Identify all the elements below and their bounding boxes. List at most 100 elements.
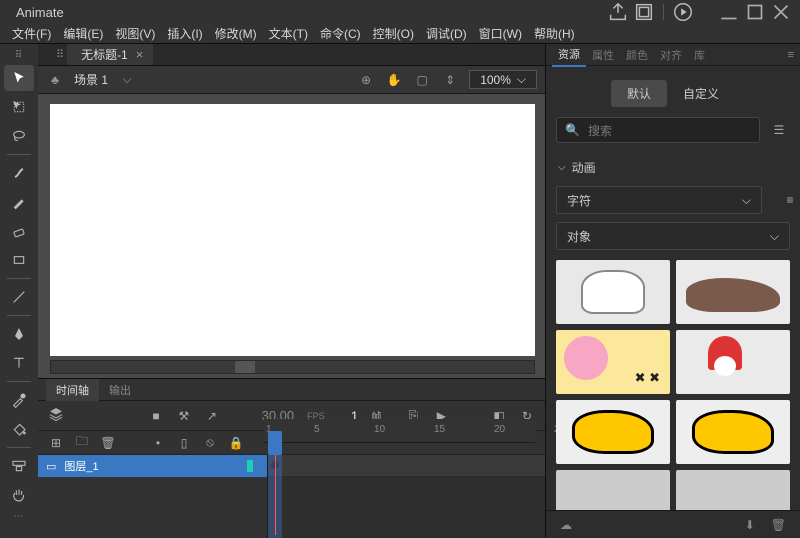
tool-overflow-icon[interactable]: ⋯ — [14, 511, 25, 523]
menu-command[interactable]: 命令(C) — [314, 25, 367, 42]
trash-icon[interactable]: 🗑 — [771, 518, 786, 532]
download-icon[interactable]: ⬇ — [745, 518, 755, 532]
layer-type-icon: ▭ — [46, 460, 56, 473]
asset-card[interactable] — [676, 260, 790, 324]
panel-tab-color[interactable]: 颜色 — [620, 44, 654, 66]
list-view-icon[interactable]: ☰ — [768, 119, 790, 141]
asset-card[interactable] — [556, 330, 670, 394]
playhead[interactable] — [268, 431, 282, 538]
frames-area[interactable] — [268, 455, 545, 538]
asset-card[interactable] — [676, 400, 790, 464]
filter-icon[interactable]: ≡ — [780, 193, 800, 207]
panel-tab-assets[interactable]: 资源 — [552, 43, 586, 67]
horizontal-scrollbar[interactable] — [50, 360, 535, 374]
menu-edit[interactable]: 编辑(E) — [57, 25, 109, 42]
tab-output[interactable]: 输出 — [99, 379, 141, 401]
panel-menu-icon[interactable]: ≡ — [788, 49, 794, 61]
lock-icon[interactable]: 🔒 — [228, 436, 244, 450]
clip-content-icon[interactable]: ▢ — [413, 73, 431, 87]
paint-bucket-tool[interactable] — [4, 416, 34, 442]
center-stage-icon[interactable]: ⊕ — [357, 73, 375, 87]
chart-icon[interactable]: ↗ — [204, 409, 220, 423]
selection-tool[interactable] — [4, 65, 34, 91]
new-folder-icon[interactable]: 🗀 — [74, 432, 90, 453]
panel-tab-library[interactable]: 库 — [688, 44, 711, 66]
menu-window[interactable]: 窗口(W) — [473, 25, 528, 42]
visibility-icon[interactable]: ⦸ — [202, 435, 218, 450]
segment-default[interactable]: 默认 — [611, 80, 667, 107]
frame-ruler[interactable]: 1 5 10 15 20 25 — [264, 419, 535, 443]
menu-file[interactable]: 文件(F) — [6, 25, 57, 42]
asset-card[interactable] — [676, 330, 790, 394]
graph-icon[interactable]: ⚒ — [176, 409, 192, 423]
menu-modify[interactable]: 修改(M) — [209, 25, 263, 42]
new-layer-icon[interactable]: ⊞ — [48, 436, 64, 450]
fit-dropdown-icon[interactable]: ⇕ — [441, 73, 459, 87]
outline-icon[interactable]: ▯ — [176, 436, 192, 450]
close-button[interactable] — [768, 0, 794, 24]
search-icon: 🔍 — [565, 123, 580, 137]
layer-row[interactable]: ▭ 图层_1 — [38, 455, 267, 477]
tab-timeline[interactable]: 时间轴 — [46, 379, 99, 401]
asset-grid — [546, 254, 800, 510]
menu-bar: 文件(F) 编辑(E) 视图(V) 插入(I) 修改(M) 文本(T) 命令(C… — [0, 24, 800, 44]
delete-layer-icon[interactable]: 🗑 — [100, 436, 116, 450]
asset-card[interactable] — [556, 400, 670, 464]
document-tab-title: 无标题-1 — [81, 46, 128, 63]
asset-card[interactable] — [556, 470, 670, 510]
zoom-value: 100% — [480, 73, 511, 87]
app-title: Animate — [16, 5, 64, 20]
menu-debug[interactable]: 调试(D) — [420, 25, 473, 42]
highlight-icon[interactable]: • — [150, 436, 166, 450]
document-tab[interactable]: 无标题-1 × — [67, 44, 153, 65]
scene-dropdown-icon[interactable]: ⌵ — [118, 72, 136, 87]
keyframe-indicator — [247, 460, 253, 472]
play-icon[interactable] — [672, 3, 694, 21]
menu-help[interactable]: 帮助(H) — [528, 25, 581, 42]
eyedropper-tool[interactable] — [4, 387, 34, 413]
lasso-tool[interactable] — [4, 123, 34, 149]
pen-tool[interactable] — [4, 321, 34, 347]
free-transform-tool[interactable] — [4, 94, 34, 120]
fluid-brush-tool[interactable] — [4, 160, 34, 186]
asset-card[interactable] — [676, 470, 790, 510]
search-input[interactable]: 🔍 搜索 — [556, 117, 760, 143]
scene-label[interactable]: 场景 1 — [74, 71, 108, 88]
maximize-button[interactable] — [742, 0, 768, 24]
clip-icon[interactable]: ♣ — [46, 73, 64, 87]
asset-card[interactable] — [556, 260, 670, 324]
camera-tool[interactable] — [4, 453, 34, 479]
panel-tab-align[interactable]: 对齐 — [654, 44, 688, 66]
menu-control[interactable]: 控制(O) — [367, 25, 420, 42]
camera-icon[interactable]: ■ — [148, 409, 164, 423]
section-animation[interactable]: ⌵ 动画 — [546, 153, 800, 182]
zoom-selector[interactable]: 100% ⌵ — [469, 70, 537, 89]
brush-tool[interactable] — [4, 189, 34, 215]
chevron-down-icon: ⌵ — [742, 193, 751, 208]
rotate-tool-icon[interactable]: ✋ — [385, 73, 403, 87]
hand-tool[interactable] — [4, 482, 34, 508]
eraser-tool[interactable] — [4, 218, 34, 244]
rectangle-tool[interactable] — [4, 247, 34, 273]
menu-insert[interactable]: 插入(I) — [161, 25, 208, 42]
share-icon[interactable] — [607, 3, 629, 21]
line-tool[interactable] — [4, 284, 34, 310]
panel-tab-properties[interactable]: 属性 — [586, 44, 620, 66]
layer-track[interactable] — [268, 455, 545, 477]
dropdown-object[interactable]: 对象 ⌵ — [556, 222, 790, 250]
dropdown-character[interactable]: 字符 ⌵ — [556, 186, 762, 214]
menu-view[interactable]: 视图(V) — [109, 25, 161, 42]
layers-icon[interactable] — [48, 406, 64, 425]
workspace-icon[interactable] — [633, 3, 655, 21]
layer-name[interactable]: 图层_1 — [64, 458, 98, 474]
minimize-button[interactable] — [716, 0, 742, 24]
text-tool[interactable] — [4, 350, 34, 376]
stage-canvas[interactable] — [50, 104, 535, 356]
upload-icon[interactable]: ☁ — [560, 518, 572, 532]
close-tab-icon[interactable]: × — [136, 47, 144, 62]
menu-text[interactable]: 文本(T) — [263, 25, 314, 42]
toolbox: ⠿ ⋯ — [0, 44, 38, 538]
panel-handle-icon[interactable]: ⠿ — [56, 48, 65, 61]
drag-handle-icon[interactable]: ⠿ — [15, 50, 23, 62]
segment-custom[interactable]: 自定义 — [667, 80, 735, 107]
